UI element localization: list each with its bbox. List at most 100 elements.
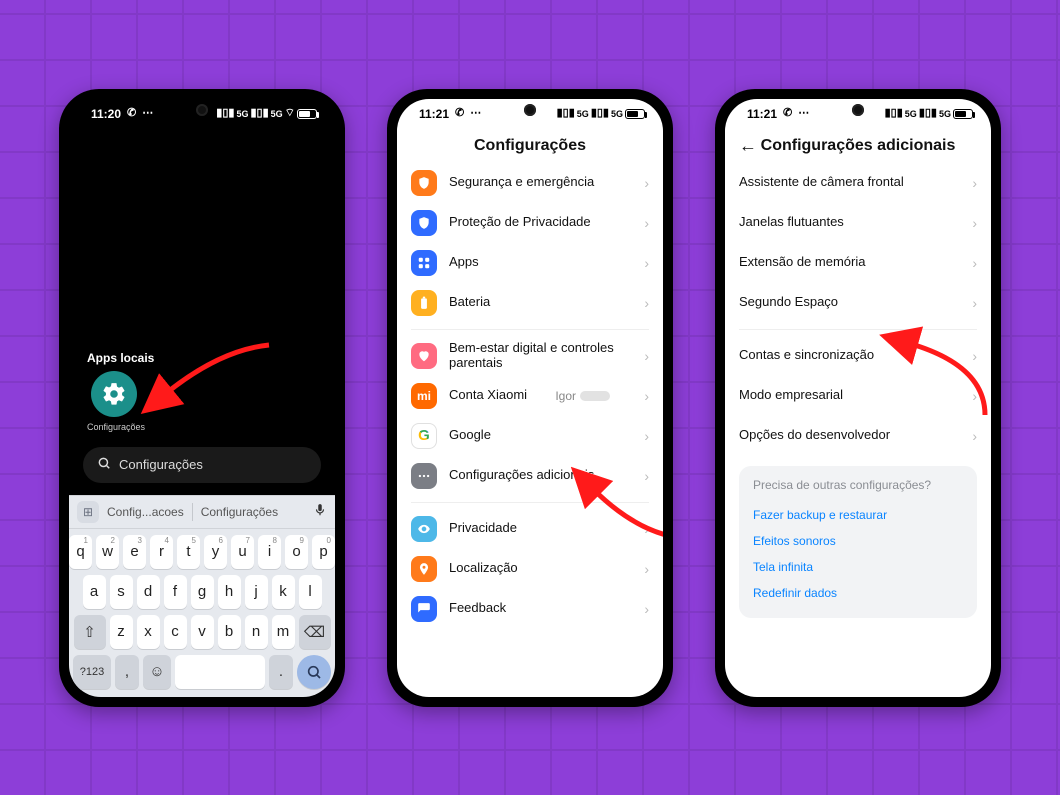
settings-row-bateria[interactable]: Bateria›: [411, 283, 649, 323]
numbers-key[interactable]: ?123: [73, 655, 111, 689]
suggestions-grid-icon[interactable]: ⊞: [77, 501, 99, 523]
net-label: 5G: [236, 109, 248, 119]
row-label: Feedback: [449, 601, 506, 616]
key-s[interactable]: s: [110, 575, 133, 609]
settings-row-assistente-de-c-mera-frontal[interactable]: Assistente de câmera frontal›: [739, 163, 977, 203]
key-o[interactable]: o9: [285, 535, 308, 569]
dots-icon: [411, 463, 437, 489]
app-search-results-area: Apps locais Configurações Configurações: [69, 129, 335, 495]
chevron-right-icon: ›: [644, 295, 649, 311]
settings-row-op-es-do-desenvolvedor[interactable]: Opções do desenvolvedor›: [739, 416, 977, 456]
settings-row-seguran-a-e-emerg-ncia[interactable]: Segurança e emergência ›: [411, 163, 649, 203]
card-link-redefinir-dados[interactable]: Redefinir dados: [753, 580, 963, 606]
key-l[interactable]: l: [299, 575, 322, 609]
signal-icon: ▮▯▮: [591, 108, 609, 119]
phone-1-screen: 11:20 ✆ ⋯ ▮▯▮ 5G ▮▯▮ 5G ⌔ Apps locais: [69, 99, 335, 697]
key-g[interactable]: g: [191, 575, 214, 609]
chevron-right-icon: ›: [644, 601, 649, 617]
key-w[interactable]: w2: [96, 535, 119, 569]
phone-2-frame: 11:21 ✆ ⋯ ▮▯▮ 5G ▮▯▮ 5G Configurações Se…: [387, 89, 673, 707]
comma-key[interactable]: ,: [115, 655, 139, 689]
settings-row-feedback[interactable]: Feedback ›: [411, 589, 649, 629]
key-j[interactable]: j: [245, 575, 268, 609]
row-label: Segurança e emergência: [449, 175, 594, 190]
key-u[interactable]: u7: [231, 535, 254, 569]
key-r[interactable]: r4: [150, 535, 173, 569]
key-t[interactable]: t5: [177, 535, 200, 569]
row-label: Bem-estar digital e controles parentais: [449, 341, 632, 371]
camera-hole: [196, 104, 208, 116]
phone-2-screen: 11:21 ✆ ⋯ ▮▯▮ 5G ▮▯▮ 5G Configurações Se…: [397, 99, 663, 697]
settings-row-google[interactable]: GGoogle›: [411, 416, 649, 456]
status-time: 11:21: [747, 107, 777, 121]
settings-row-modo-empresarial[interactable]: Modo empresarial›: [739, 376, 977, 416]
settings-row-apps[interactable]: Apps›: [411, 243, 649, 283]
row-label: Modo empresarial: [739, 388, 843, 403]
shift-key[interactable]: ⇧: [74, 615, 106, 649]
backspace-key[interactable]: ⌫: [299, 615, 331, 649]
key-k[interactable]: k: [272, 575, 295, 609]
key-v[interactable]: v: [191, 615, 214, 649]
settings-row-janelas-flutuantes[interactable]: Janelas flutuantes ›: [739, 203, 977, 243]
search-value: Configurações: [119, 457, 203, 472]
settings-row-configura-es-adicionais[interactable]: Configurações adicionais›: [411, 456, 649, 496]
settings-row-extens-o-de-mem-ria[interactable]: Extensão de memória›: [739, 243, 977, 283]
row-label: Janelas flutuantes: [739, 215, 844, 230]
row-label: Privacidade: [449, 521, 517, 536]
mic-icon[interactable]: [313, 503, 327, 520]
emoji-key[interactable]: ☺: [143, 655, 171, 689]
whatsapp-icon: ✆: [127, 108, 136, 119]
key-q[interactable]: q1: [69, 535, 92, 569]
card-link-efeitos-sonoros[interactable]: Efeitos sonoros: [753, 528, 963, 554]
chevron-right-icon: ›: [644, 561, 649, 577]
key-a[interactable]: a: [83, 575, 106, 609]
card-link-fazer-backup-e-restaurar[interactable]: Fazer backup e restaurar: [753, 502, 963, 528]
key-y[interactable]: y6: [204, 535, 227, 569]
chevron-right-icon: ›: [644, 388, 649, 404]
row-label: Contas e sincronização: [739, 348, 874, 363]
chevron-right-icon: ›: [972, 295, 977, 311]
card-link-tela-infinita[interactable]: Tela infinita: [753, 554, 963, 580]
settings-row-contas-e-sincroniza-o[interactable]: Contas e sincronização›: [739, 336, 977, 376]
page-title: Configurações adicionais: [761, 137, 956, 155]
settings-app[interactable]: Configurações: [87, 371, 141, 433]
key-i[interactable]: i8: [258, 535, 281, 569]
key-x[interactable]: x: [137, 615, 160, 649]
back-button[interactable]: ←: [739, 135, 757, 156]
suggestion-chip[interactable]: Config...acoes: [107, 505, 184, 519]
row-label: Apps: [449, 255, 479, 270]
space-key[interactable]: [175, 655, 265, 689]
key-f[interactable]: f: [164, 575, 187, 609]
settings-row-privacidade[interactable]: Privacidade›: [411, 509, 649, 549]
settings-row-conta-xiaomi[interactable]: miConta XiaomiIgor›: [411, 376, 649, 416]
search-key[interactable]: [297, 655, 331, 689]
shield-icon: [411, 210, 437, 236]
key-h[interactable]: h: [218, 575, 241, 609]
period-key[interactable]: .: [269, 655, 293, 689]
suggestion-chip[interactable]: Configurações: [201, 505, 278, 519]
key-z[interactable]: z: [110, 615, 133, 649]
settings-row-segundo-espa-o[interactable]: Segundo Espaço›: [739, 283, 977, 323]
key-p[interactable]: p0: [312, 535, 335, 569]
settings-row-prote-o-de-privacidade[interactable]: Proteção de Privacidade›: [411, 203, 649, 243]
key-m[interactable]: m: [272, 615, 295, 649]
signal-icon: ▮▯▮: [885, 108, 903, 119]
additional-settings-list: Assistente de câmera frontal›Janelas flu…: [725, 163, 991, 456]
settings-row-bem-estar-digital-e-controles-parentais[interactable]: Bem-estar digital e controles parentais›: [411, 336, 649, 376]
settings-row-localiza-o[interactable]: Localização ›: [411, 549, 649, 589]
key-c[interactable]: c: [164, 615, 187, 649]
row-label: Extensão de memória: [739, 255, 865, 270]
chevron-right-icon: ›: [644, 175, 649, 191]
key-n[interactable]: n: [245, 615, 268, 649]
status-time: 11:20: [91, 107, 121, 121]
key-d[interactable]: d: [137, 575, 160, 609]
search-field[interactable]: Configurações: [83, 447, 321, 483]
row-label: Localização: [449, 561, 518, 576]
key-e[interactable]: e3: [123, 535, 146, 569]
chevron-right-icon: ›: [972, 215, 977, 231]
more-icon: ⋯: [470, 108, 481, 119]
key-b[interactable]: b: [218, 615, 241, 649]
apps-icon: [411, 250, 437, 276]
redacted-text: [580, 391, 610, 401]
search-icon: [97, 456, 111, 473]
